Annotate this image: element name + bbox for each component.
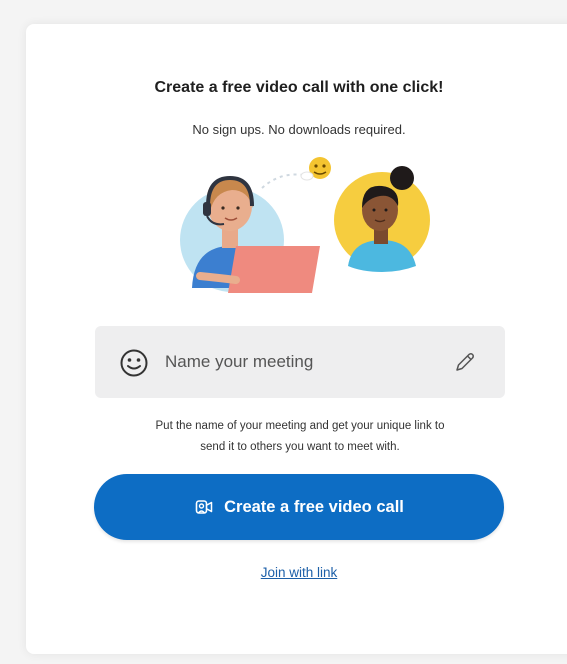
helper-text-line2: send it to others you want to meet with. <box>200 441 400 453</box>
meeting-name-input[interactable] <box>165 344 435 380</box>
emoji-icon <box>300 157 331 181</box>
pencil-icon[interactable] <box>453 350 477 374</box>
woman-with-headset-icon <box>180 175 320 293</box>
helper-text-line1: Put the name of your meeting and get you… <box>155 420 445 432</box>
woman-avatar-icon <box>334 166 430 272</box>
headline: Create a free video call with one click! <box>154 79 444 96</box>
meeting-name-field[interactable] <box>95 326 505 398</box>
create-video-call-label: Create a free video call <box>224 497 404 516</box>
video-call-icon <box>195 500 213 514</box>
create-video-call-button[interactable]: Create a free video call <box>94 474 504 540</box>
video-call-illustration <box>180 157 430 293</box>
join-with-link[interactable]: Join with link <box>0 565 567 580</box>
helper-text: Put the name of your meeting and get you… <box>90 416 510 458</box>
smiley-icon <box>120 349 148 377</box>
subhead: No sign ups. No downloads required. <box>192 122 406 137</box>
